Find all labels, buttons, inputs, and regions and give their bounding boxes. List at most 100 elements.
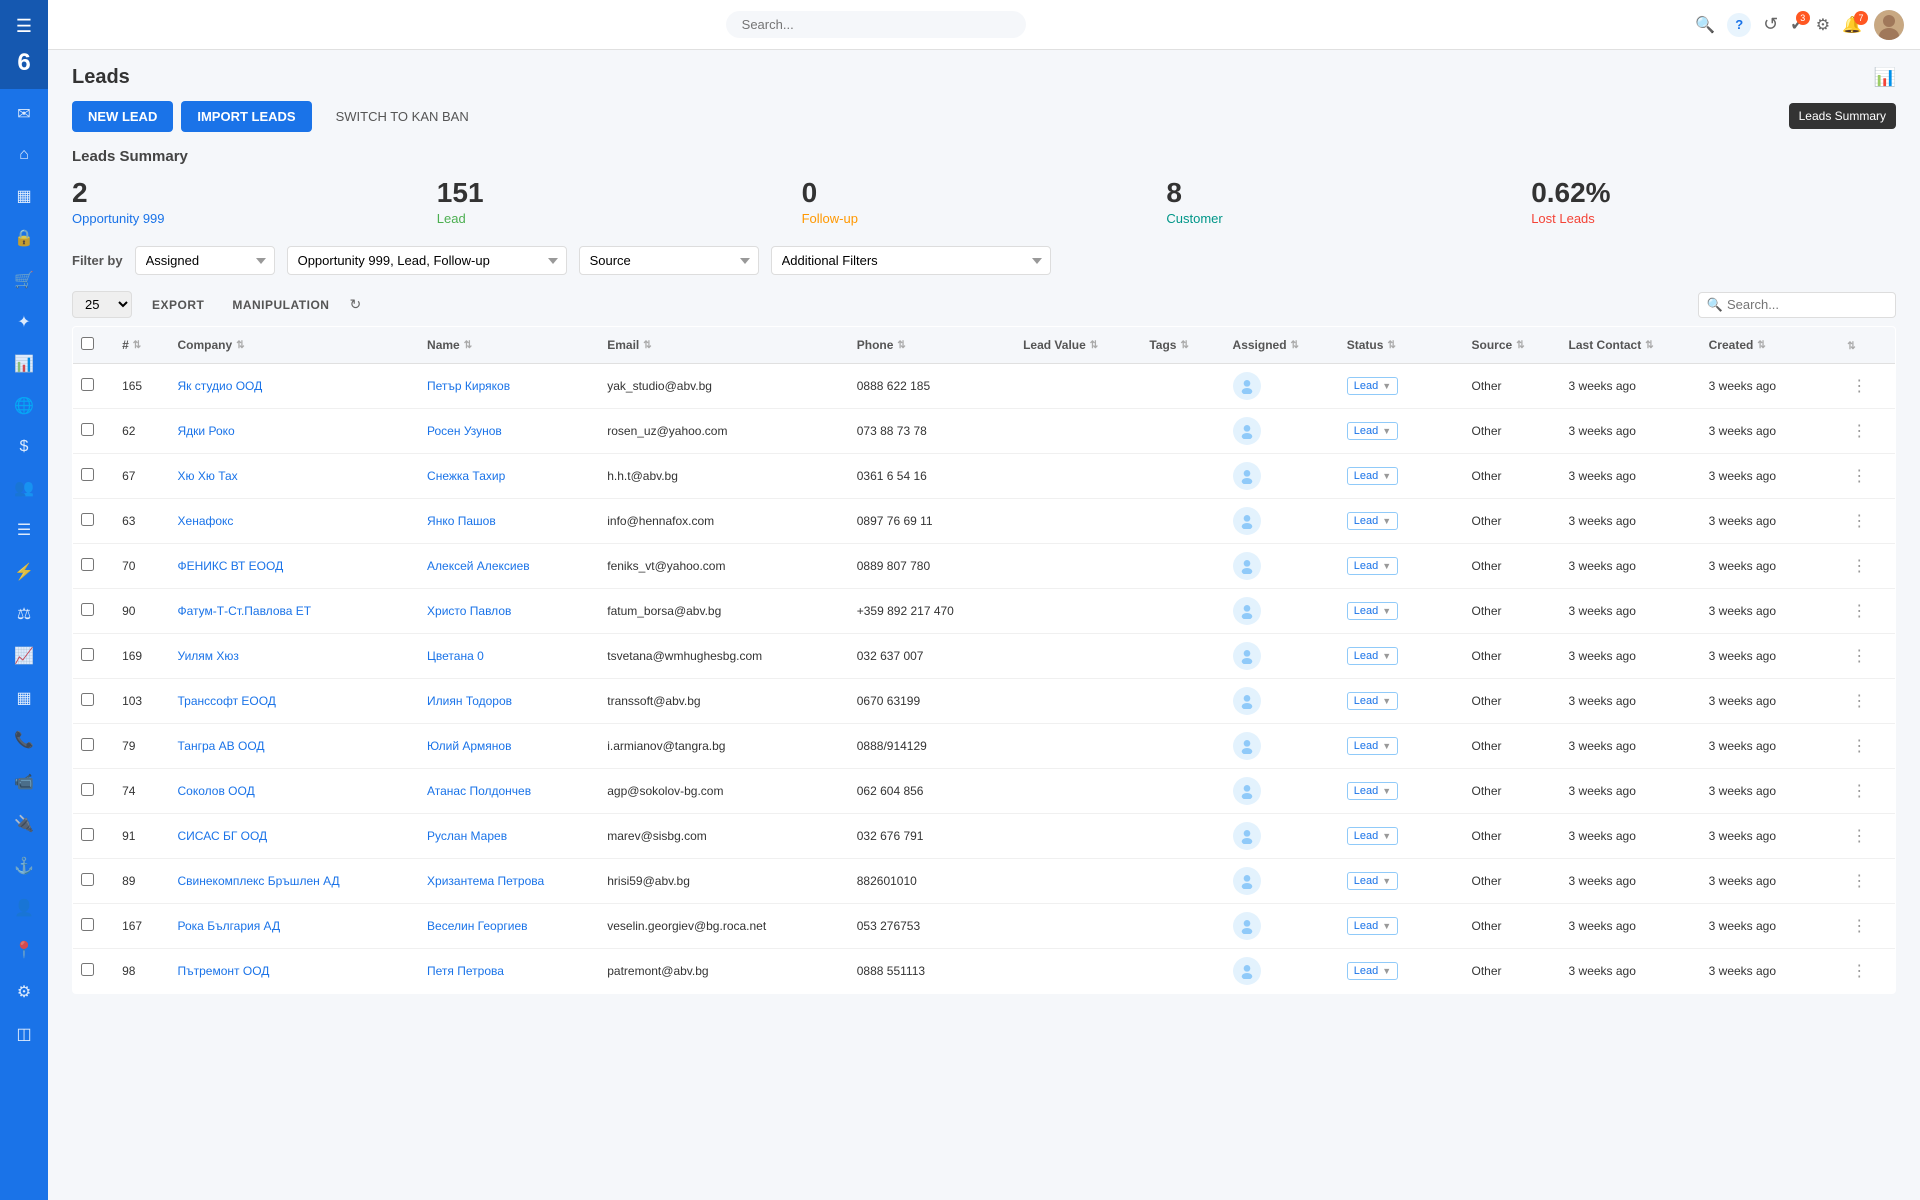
- row-company[interactable]: Ядки Роко: [170, 409, 420, 454]
- sidebar-item-chart[interactable]: 📊: [0, 343, 48, 385]
- row-company[interactable]: ФЕНИКС ВТ ЕООД: [170, 544, 420, 589]
- col-lastcontact-header[interactable]: Last Contact⇅: [1569, 338, 1654, 352]
- row-checkbox[interactable]: [81, 873, 94, 886]
- sidebar-item-anchor[interactable]: ⚓: [0, 845, 48, 887]
- row-name[interactable]: Хризантема Петрова: [419, 859, 599, 904]
- col-company-header[interactable]: Company⇅: [178, 338, 245, 352]
- page-size-select[interactable]: 25 50 100: [72, 291, 132, 318]
- sidebar-item-cart[interactable]: 🛒: [0, 259, 48, 301]
- sidebar-item-settings[interactable]: ⚙: [0, 971, 48, 1013]
- sidebar-item-plug[interactable]: 🔌: [0, 803, 48, 845]
- status-badge[interactable]: Lead ▼: [1347, 962, 1398, 980]
- sidebar-item-balance[interactable]: ⚖: [0, 593, 48, 635]
- row-actions-button[interactable]: ⋮: [1847, 959, 1871, 983]
- row-checkbox[interactable]: [81, 558, 94, 571]
- new-lead-button[interactable]: NEW LEAD: [72, 101, 173, 132]
- switch-kanban-button[interactable]: SWITCH TO KAN BAN: [320, 101, 485, 132]
- sidebar-item-layers[interactable]: ◫: [0, 1013, 48, 1055]
- row-company[interactable]: Свинекомплекс Бръшлен АД: [170, 859, 420, 904]
- help-icon[interactable]: ?: [1727, 13, 1751, 37]
- row-name[interactable]: Росен Узунов: [419, 409, 599, 454]
- row-name[interactable]: Петя Петрова: [419, 949, 599, 994]
- row-checkbox[interactable]: [81, 378, 94, 391]
- row-name[interactable]: Атанас Полдончев: [419, 769, 599, 814]
- tasks-icon[interactable]: ✔ 3: [1790, 15, 1803, 35]
- row-actions-button[interactable]: ⋮: [1847, 824, 1871, 848]
- status-badge[interactable]: Lead ▼: [1347, 692, 1398, 710]
- sidebar-item-home[interactable]: ⌂: [0, 135, 48, 175]
- row-actions-button[interactable]: ⋮: [1847, 869, 1871, 893]
- row-name[interactable]: Руслан Марев: [419, 814, 599, 859]
- notifications-icon[interactable]: 🔔 7: [1842, 15, 1862, 35]
- status-badge[interactable]: Lead ▼: [1347, 557, 1398, 575]
- row-company[interactable]: Тангра АВ ООД: [170, 724, 420, 769]
- row-company[interactable]: Пътремонт ООД: [170, 949, 420, 994]
- row-checkbox[interactable]: [81, 918, 94, 931]
- leads-summary-icon[interactable]: 📊: [1874, 67, 1896, 87]
- row-checkbox[interactable]: [81, 423, 94, 436]
- row-name[interactable]: Веселин Георгиев: [419, 904, 599, 949]
- refresh-button[interactable]: ↻: [349, 296, 361, 313]
- app-logo[interactable]: 6: [17, 45, 30, 81]
- filter-additional[interactable]: Additional Filters: [771, 246, 1051, 275]
- status-badge[interactable]: Lead ▼: [1347, 782, 1398, 800]
- row-company[interactable]: Фатум-Т-Ст.Павлова ЕТ: [170, 589, 420, 634]
- topnav-search-input[interactable]: [726, 11, 1026, 38]
- status-badge[interactable]: Lead ▼: [1347, 377, 1398, 395]
- sidebar-item-barchart[interactable]: 📈: [0, 635, 48, 677]
- filter-status[interactable]: Opportunity 999, Lead, Follow-up All: [287, 246, 567, 275]
- row-checkbox[interactable]: [81, 963, 94, 976]
- sidebar-item-users[interactable]: 👥: [0, 467, 48, 509]
- row-actions-button[interactable]: ⋮: [1847, 644, 1871, 668]
- row-name[interactable]: Янко Пашов: [419, 499, 599, 544]
- row-name[interactable]: Снежка Тахир: [419, 454, 599, 499]
- history-icon[interactable]: ↺: [1763, 14, 1778, 35]
- row-checkbox[interactable]: [81, 693, 94, 706]
- sidebar-item-phone[interactable]: 📞: [0, 719, 48, 761]
- row-company[interactable]: Рока България АД: [170, 904, 420, 949]
- col-num-header[interactable]: #⇅: [122, 338, 141, 352]
- status-badge[interactable]: Lead ▼: [1347, 872, 1398, 890]
- search-icon[interactable]: 🔍: [1695, 15, 1715, 35]
- col-tags-header[interactable]: Tags⇅: [1149, 338, 1189, 352]
- row-company[interactable]: Соколов ООД: [170, 769, 420, 814]
- row-checkbox[interactable]: [81, 513, 94, 526]
- import-leads-button[interactable]: IMPORT LEADS: [181, 101, 311, 132]
- row-company[interactable]: Як студио ООД: [170, 364, 420, 409]
- row-name[interactable]: Христо Павлов: [419, 589, 599, 634]
- row-name[interactable]: Алексей Алексиев: [419, 544, 599, 589]
- row-actions-button[interactable]: ⋮: [1847, 374, 1871, 398]
- row-company[interactable]: СИСАС БГ ООД: [170, 814, 420, 859]
- row-actions-button[interactable]: ⋮: [1847, 464, 1871, 488]
- row-checkbox[interactable]: [81, 828, 94, 841]
- sidebar-item-calendar[interactable]: ▦: [0, 175, 48, 217]
- row-company[interactable]: Хю Хю Тах: [170, 454, 420, 499]
- sidebar-item-video[interactable]: 📹: [0, 761, 48, 803]
- filter-assigned[interactable]: Assigned All Me: [135, 246, 275, 275]
- row-name[interactable]: Цветана 0: [419, 634, 599, 679]
- row-actions-button[interactable]: ⋮: [1847, 419, 1871, 443]
- avatar[interactable]: [1874, 10, 1904, 40]
- row-company[interactable]: Транссофт ЕООД: [170, 679, 420, 724]
- row-actions-button[interactable]: ⋮: [1847, 734, 1871, 758]
- sidebar-item-lock[interactable]: 🔒: [0, 217, 48, 259]
- col-phone-header[interactable]: Phone⇅: [857, 338, 906, 352]
- row-actions-button[interactable]: ⋮: [1847, 779, 1871, 803]
- status-badge[interactable]: Lead ▼: [1347, 512, 1398, 530]
- row-actions-button[interactable]: ⋮: [1847, 599, 1871, 623]
- row-name[interactable]: Илиян Тодоров: [419, 679, 599, 724]
- col-leadvalue-header[interactable]: Lead Value⇅: [1023, 338, 1098, 352]
- manipulation-button[interactable]: MANIPULATION: [224, 294, 337, 316]
- sidebar-item-filter[interactable]: ⚡: [0, 551, 48, 593]
- row-name[interactable]: Юлий Армянов: [419, 724, 599, 769]
- col-email-header[interactable]: Email⇅: [607, 338, 651, 352]
- hamburger-icon[interactable]: ☰: [8, 8, 40, 45]
- row-checkbox[interactable]: [81, 468, 94, 481]
- status-badge[interactable]: Lead ▼: [1347, 917, 1398, 935]
- status-badge[interactable]: Lead ▼: [1347, 467, 1398, 485]
- status-badge[interactable]: Lead ▼: [1347, 422, 1398, 440]
- status-badge[interactable]: Lead ▼: [1347, 647, 1398, 665]
- sidebar-item-mappin[interactable]: 📍: [0, 929, 48, 971]
- col-created-header[interactable]: Created⇅: [1709, 338, 1766, 352]
- row-actions-button[interactable]: ⋮: [1847, 914, 1871, 938]
